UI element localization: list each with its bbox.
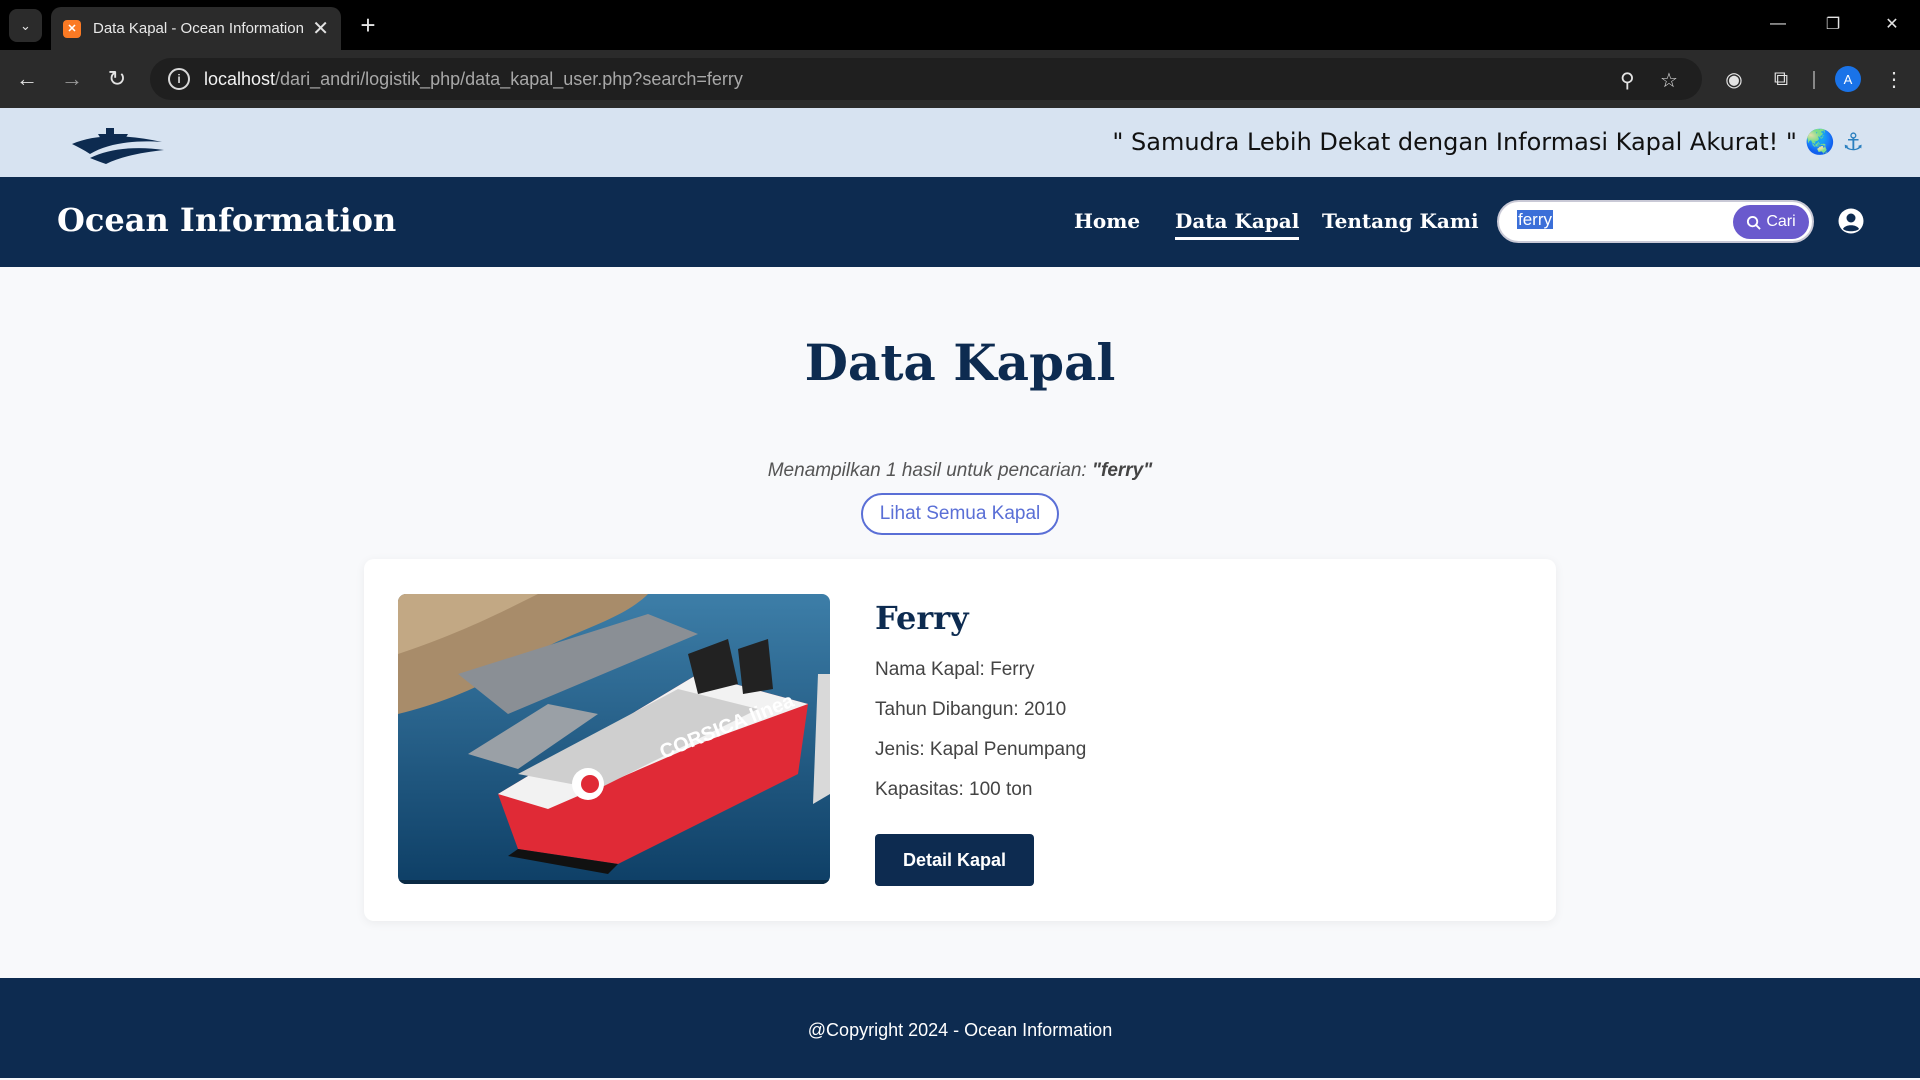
nav-data-kapal-link[interactable]: Data Kapal [1175,209,1300,240]
user-account-icon[interactable] [1838,208,1864,234]
forward-button[interactable]: → [56,63,88,95]
ship-detail-button[interactable]: Detail Kapal [875,834,1034,886]
page-footer: @Copyright 2024 - Ocean Information [0,978,1920,1078]
search-query: "ferry" [1091,460,1153,481]
nav-tentang-link[interactable]: Tentang Kami [1322,209,1479,233]
search-button-label: Cari [1766,213,1796,230]
minimize-window-button[interactable]: — [1758,8,1798,40]
back-button[interactable]: ← [11,63,43,95]
search-input[interactable]: ferry [1517,210,1717,234]
extension-icon[interactable]: ◉ [1720,65,1748,93]
tab-search-button[interactable]: ⌄ [9,9,42,42]
browser-tabbar: ⌄ ✕ Data Kapal - Ocean Information ✕ + —… [0,0,1920,50]
restore-window-button[interactable]: ❐ [1813,8,1853,40]
close-window-button[interactable]: ✕ [1872,8,1912,40]
tab-title: Data Kapal - Ocean Information [93,20,304,37]
footer-copyright: @Copyright 2024 - Ocean Information [807,1020,1113,1040]
ship-capacity-field: Kapasitas: 100 ton [875,779,1033,800]
close-tab-icon[interactable]: ✕ [312,16,329,41]
globe-anchor-emoji: 🌏 ⚓ [1804,128,1864,156]
browser-toolbar: ← → ↻ i localhost/dari_andri/logistik_ph… [0,50,1920,108]
ship-name-heading: Ferry [875,599,969,637]
ship-photo: CORSICA linea [398,594,830,884]
ship-logo-icon [72,128,164,164]
brand-title[interactable]: Ocean Information [57,201,396,239]
web-page: " Samudra Lebih Dekat dengan Informasi K… [0,108,1920,1080]
see-all-ships-button[interactable]: Lihat Semua Kapal [861,493,1059,535]
toolbar-divider [1813,71,1815,89]
ship-year-field: Tahun Dibangun: 2010 [875,699,1067,720]
search-form: ferry Cari [1497,200,1814,243]
browser-tab[interactable]: ✕ Data Kapal - Ocean Information ✕ [51,7,341,50]
search-icon [1747,215,1762,230]
zoom-icon[interactable]: ⚲ [1620,68,1635,93]
tagline: " Samudra Lebih Dekat dengan Informasi K… [1112,128,1864,156]
ship-name-field: Nama Kapal: Ferry [875,659,1035,680]
new-tab-button[interactable]: + [352,9,384,41]
profile-avatar[interactable]: A [1835,66,1861,92]
address-bar[interactable]: i localhost/dari_andri/logistik_php/data… [150,58,1702,100]
more-menu-icon[interactable]: ⋮ [1880,65,1908,93]
ship-type-field: Jenis: Kapal Penumpang [875,739,1087,760]
page-title: Data Kapal [804,333,1116,392]
top-info-strip: " Samudra Lebih Dekat dengan Informasi K… [0,108,1920,177]
bookmark-star-icon[interactable]: ☆ [1660,68,1678,93]
reload-button[interactable]: ↻ [101,63,133,95]
search-button[interactable]: Cari [1733,205,1809,239]
ship-card: CORSICA linea Ferry Nama Kapal: Ferry Ta… [364,559,1556,921]
extensions-puzzle-icon[interactable]: ⧉ [1767,65,1795,93]
search-result-summary: Menampilkan 1 hasil untuk pencarian: "fe… [767,460,1153,481]
main-navbar: Ocean Information Home Data Kapal Tentan… [0,177,1920,267]
site-info-icon[interactable]: i [168,68,190,90]
xampp-favicon-icon: ✕ [63,19,81,38]
nav-home-link[interactable]: Home [1074,209,1140,233]
url-text[interactable]: localhost/dari_andri/logistik_php/data_k… [204,69,743,90]
